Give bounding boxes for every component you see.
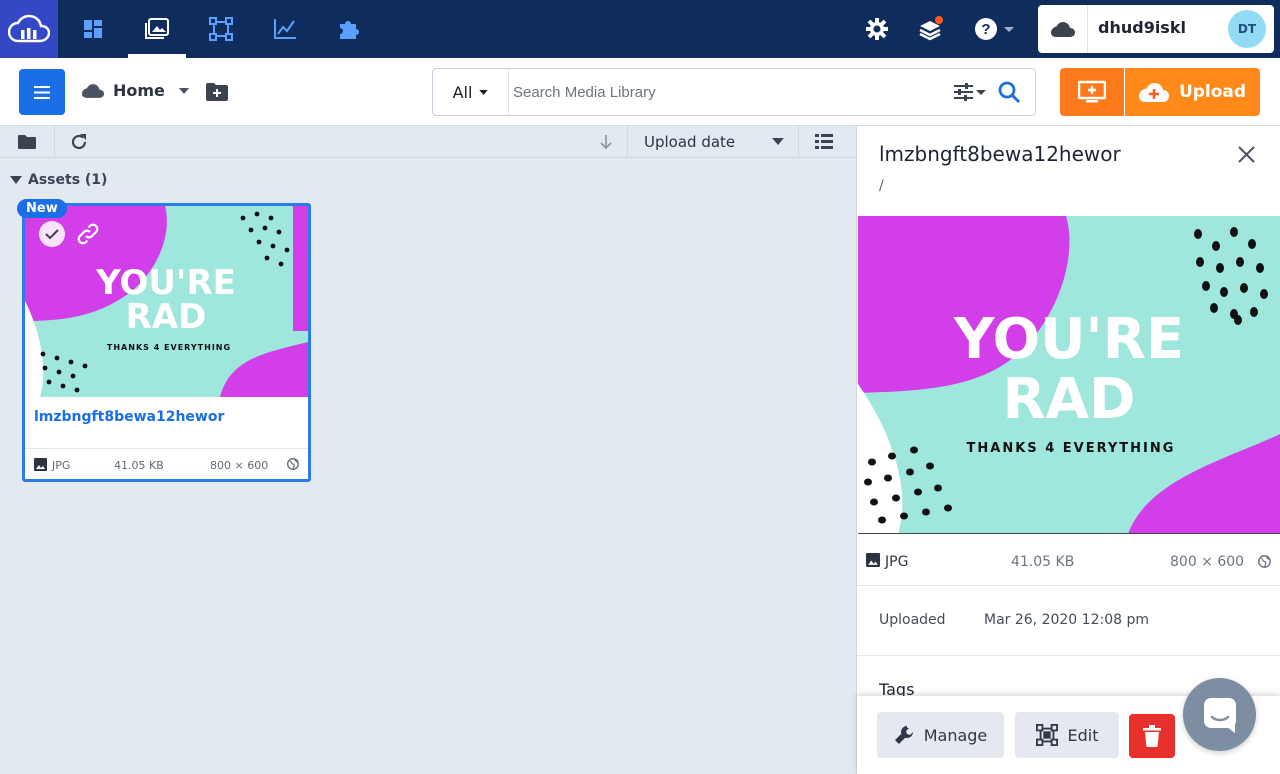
refresh-icon[interactable] — [55, 126, 103, 157]
sort-dropdown[interactable]: Upload date — [627, 126, 799, 157]
add-ons-puzzle-icon[interactable] — [320, 0, 378, 58]
thumbnail-text-line2: RAD — [126, 297, 207, 337]
edit-button[interactable]: Edit — [1015, 712, 1119, 758]
search-input[interactable] — [513, 77, 933, 107]
wrench-icon — [894, 726, 913, 744]
crop-edit-icon — [1035, 724, 1058, 746]
folder-selector[interactable]: Home — [82, 81, 189, 100]
trash-icon — [1143, 725, 1161, 747]
sort-direction-icon[interactable] — [599, 134, 613, 154]
upload-button[interactable]: Upload — [1125, 68, 1260, 116]
asset-title[interactable]: lmzbngft8bewa12hewor — [34, 409, 224, 425]
svg-text:?: ? — [981, 21, 990, 38]
cloud-icon — [1038, 5, 1088, 53]
asset-format: JPG — [52, 459, 71, 472]
help-question-icon[interactable]: ? — [968, 0, 1024, 58]
preview-text-line1: YOU'RE — [953, 307, 1184, 372]
new-badge: New — [17, 199, 67, 218]
uploaded-label: Uploaded — [879, 612, 946, 628]
user-avatar[interactable]: DT — [1228, 10, 1266, 48]
chevron-down-icon — [479, 89, 489, 95]
listing-toolbar: Upload date — [0, 126, 856, 158]
uploaded-row: Uploaded Mar 26, 2020 12:08 pm — [857, 586, 1280, 656]
details-meta-row: JPG 41.05 KB 800 × 600 — [857, 536, 1280, 586]
details-path: / — [879, 178, 884, 194]
search-scope-label: All — [452, 82, 473, 102]
image-type-icon — [34, 458, 47, 474]
assets-section-label: Assets (1) — [28, 172, 108, 188]
media-library-icon[interactable] — [128, 0, 186, 58]
asset-preview-image: YOU'RE RAD THANKS 4 EVERYTHING — [858, 216, 1280, 534]
support-chat-button[interactable] — [1183, 678, 1256, 751]
select-check-icon[interactable] — [38, 220, 66, 248]
details-dimensions: 800 × 600 — [1170, 554, 1245, 570]
asset-meta-row: JPG 41.05 KB 800 × 600 — [25, 448, 308, 479]
globe-public-icon — [1258, 555, 1271, 572]
asset-thumbnail[interactable]: YOU'RE RAD THANKS 4 EVERYTHING — [25, 206, 308, 397]
dashboard-icon[interactable] — [64, 0, 122, 58]
library-toolbar: Home All Upload — [0, 58, 1280, 126]
whats-new-stack-icon[interactable] — [902, 0, 960, 58]
chat-bubble-icon — [1203, 697, 1236, 733]
search-icon[interactable] — [997, 80, 1021, 104]
settings-gear-icon[interactable] — [848, 0, 906, 58]
preview-text-line2: RAD — [1003, 367, 1136, 432]
reports-chart-icon[interactable] — [256, 0, 314, 58]
uploaded-value: Mar 26, 2020 12:08 pm — [984, 612, 1149, 628]
transformations-icon[interactable] — [192, 0, 250, 58]
delete-button[interactable] — [1129, 714, 1175, 758]
asset-dimensions: 800 × 600 — [210, 459, 269, 472]
cloudinary-logo-icon[interactable] — [0, 0, 58, 58]
thumbnail-text-line3: THANKS 4 EVERYTHING — [107, 343, 231, 352]
folder-view-icon[interactable] — [0, 126, 55, 157]
account-switcher[interactable]: dhud9iskl DT — [1038, 5, 1274, 53]
edit-label: Edit — [1067, 725, 1099, 745]
media-editor-button[interactable] — [1060, 68, 1124, 116]
cloud-upload-icon — [1138, 83, 1169, 102]
manage-label: Manage — [923, 725, 988, 745]
new-folder-icon[interactable] — [205, 82, 229, 106]
cloud-icon — [82, 83, 104, 98]
image-type-icon — [866, 553, 880, 571]
list-view-icon[interactable] — [815, 134, 833, 153]
assets-section-toggle[interactable]: Assets (1) — [10, 172, 107, 188]
chevron-down-icon — [178, 87, 189, 94]
copy-link-icon[interactable] — [76, 222, 100, 246]
asset-card[interactable]: YOU'RE RAD THANKS 4 EVERYTHING New lmzbn… — [17, 199, 311, 482]
manage-button[interactable]: Manage — [877, 712, 1004, 758]
chevron-down-icon — [772, 138, 784, 145]
preview-text-line3: THANKS 4 EVERYTHING — [967, 441, 1176, 456]
sidebar-menu-button[interactable] — [19, 69, 65, 115]
search-filters-icon[interactable] — [953, 82, 987, 102]
globe-public-icon — [287, 458, 299, 473]
search-bar: All — [432, 68, 1036, 116]
caret-down-icon — [10, 176, 22, 184]
search-scope-dropdown[interactable]: All — [433, 69, 509, 115]
asset-size: 41.05 KB — [114, 459, 164, 472]
sort-label: Upload date — [644, 132, 736, 151]
details-title: lmzbngft8bewa12hewor — [879, 142, 1121, 166]
asset-details-panel: lmzbngft8bewa12hewor / YOU'RE RAD THANKS… — [856, 126, 1280, 774]
close-icon[interactable] — [1238, 146, 1255, 167]
current-folder-label: Home — [113, 81, 165, 100]
details-format: JPG — [885, 554, 909, 570]
upload-label: Upload — [1178, 82, 1247, 102]
details-size: 41.05 KB — [1011, 554, 1075, 570]
cloud-name: dhud9iskl — [1098, 18, 1186, 37]
monitor-plus-icon — [1078, 80, 1106, 103]
top-navbar: ? dhud9iskl DT — [0, 0, 1280, 58]
